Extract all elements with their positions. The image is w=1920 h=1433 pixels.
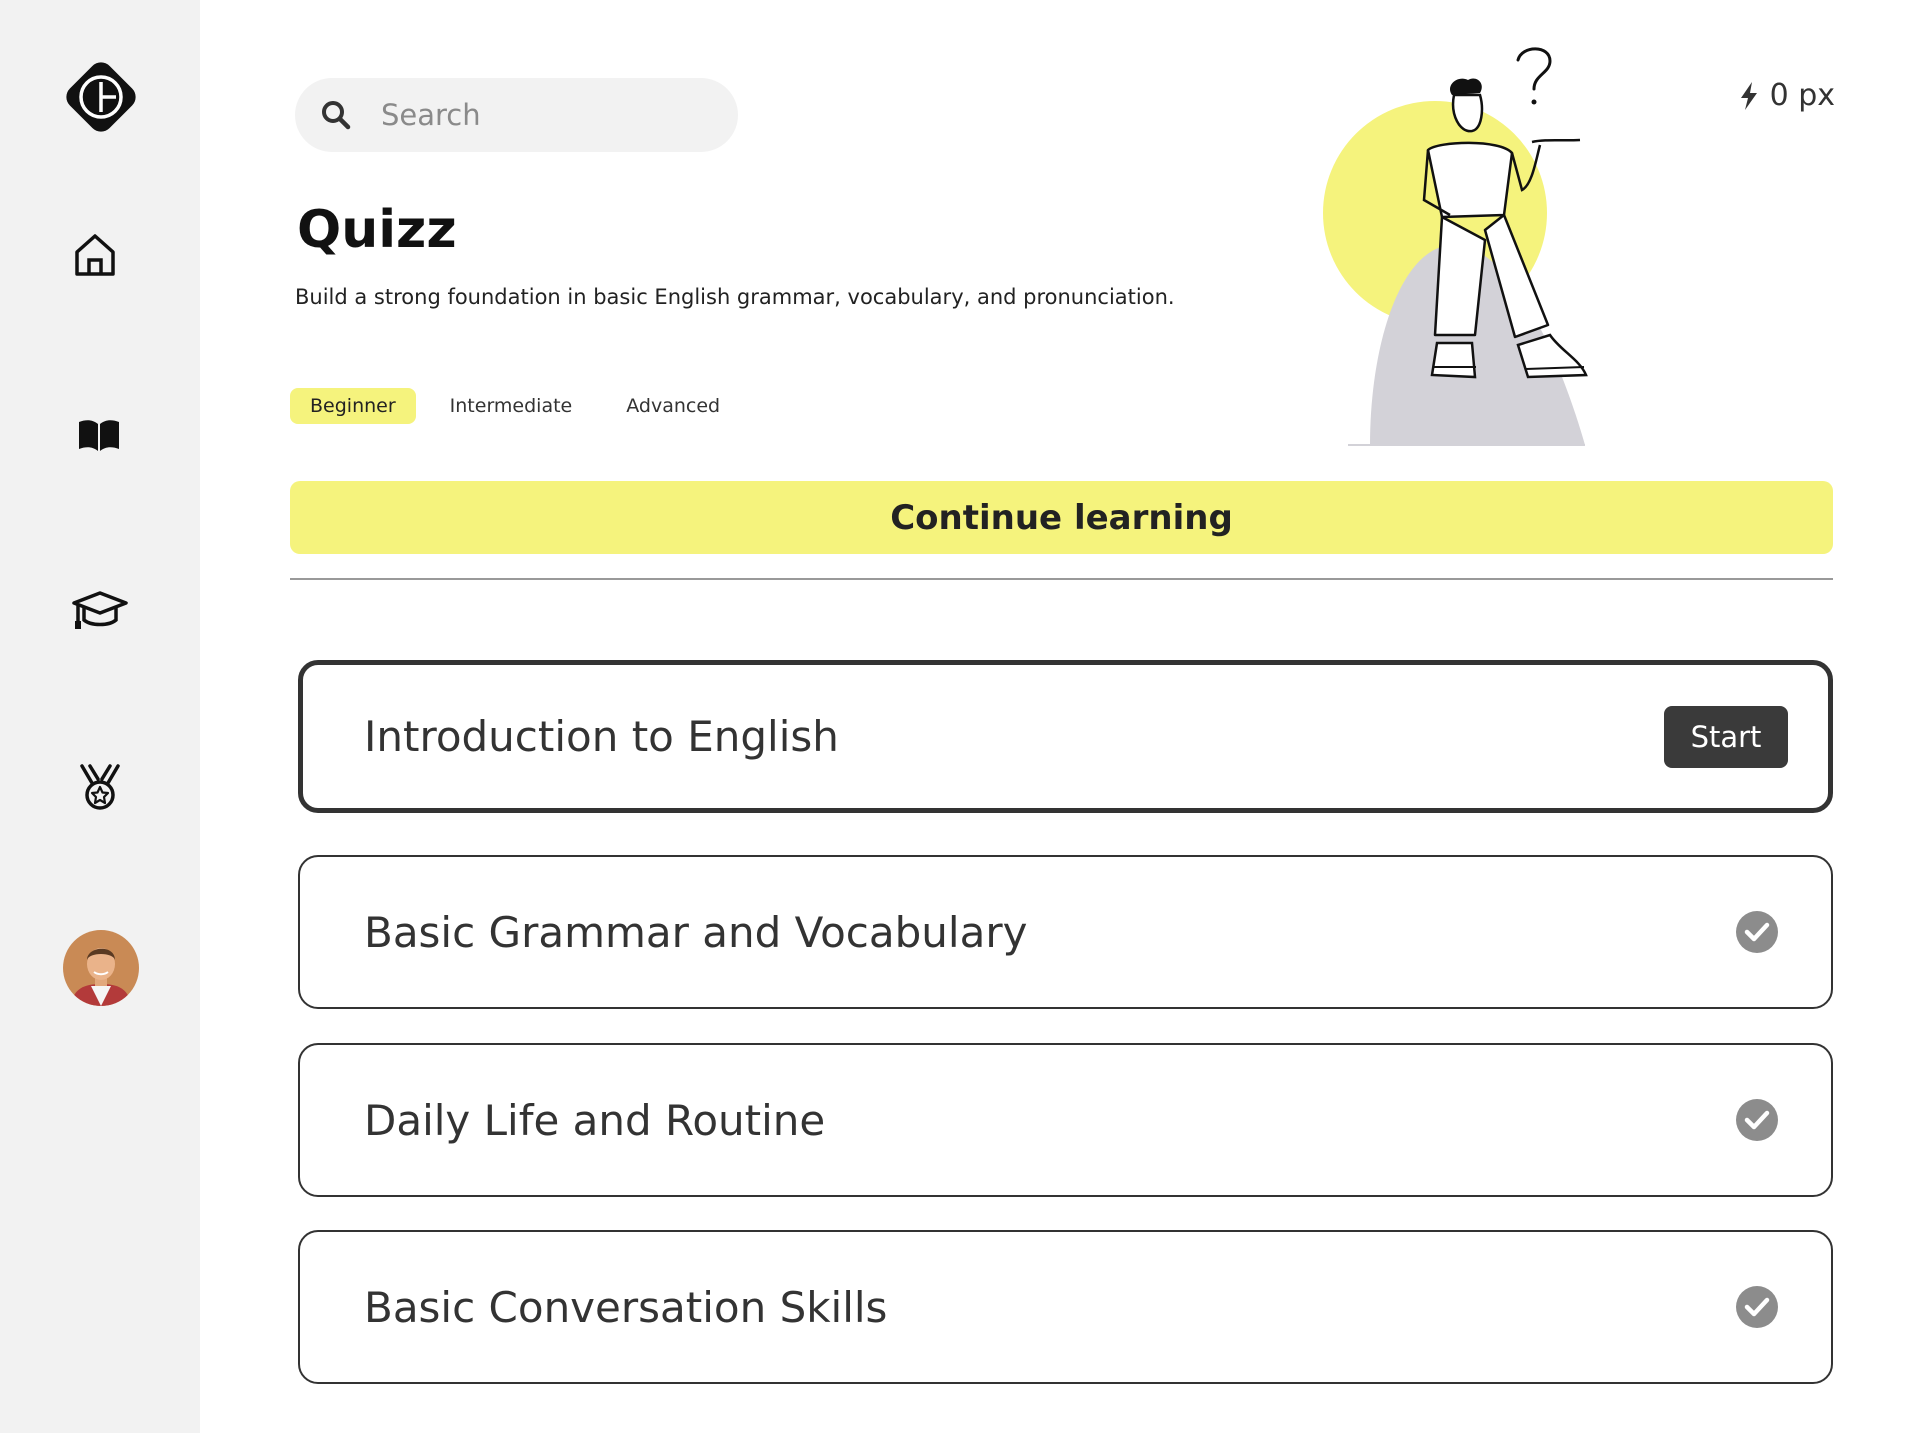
tab-advanced[interactable]: Advanced xyxy=(606,388,740,424)
lesson-title: Daily Life and Routine xyxy=(364,1095,826,1145)
start-button[interactable]: Start xyxy=(1664,705,1788,768)
sidebar xyxy=(0,0,200,1433)
level-tabs: Beginner Intermediate Advanced xyxy=(290,388,740,424)
page-subtitle: Build a strong foundation in basic Engli… xyxy=(295,285,1175,309)
lesson-card[interactable]: Daily Life and Routine xyxy=(298,1043,1833,1197)
tab-intermediate[interactable]: Intermediate xyxy=(430,388,593,424)
energy-indicator: 0 px xyxy=(1738,78,1835,113)
continue-learning-button[interactable]: Continue learning xyxy=(290,481,1833,554)
lesson-card[interactable]: Basic Conversation Skills xyxy=(298,1230,1833,1384)
check-circle-icon xyxy=(1736,1099,1778,1141)
search-bar[interactable] xyxy=(295,78,738,152)
book-icon[interactable] xyxy=(74,410,124,460)
lesson-card[interactable]: Introduction to English Start xyxy=(298,660,1833,813)
lesson-title: Basic Conversation Skills xyxy=(364,1282,888,1332)
tab-beginner[interactable]: Beginner xyxy=(290,388,416,424)
lesson-title: Introduction to English xyxy=(364,712,839,761)
graduation-cap-icon[interactable] xyxy=(70,585,130,635)
check-circle-icon xyxy=(1736,1286,1778,1328)
home-icon[interactable] xyxy=(70,230,120,280)
divider xyxy=(290,578,1833,580)
page-title: Quizz xyxy=(297,200,457,260)
avatar[interactable] xyxy=(63,930,139,1006)
check-circle-icon xyxy=(1736,911,1778,953)
logo-icon[interactable] xyxy=(60,56,142,138)
quiz-illustration xyxy=(1300,45,1630,450)
medal-icon[interactable] xyxy=(75,762,125,812)
lesson-title: Basic Grammar and Vocabulary xyxy=(364,907,1028,957)
bolt-icon xyxy=(1740,81,1757,110)
search-icon xyxy=(319,98,353,132)
search-input[interactable] xyxy=(381,98,701,132)
lesson-card[interactable]: Basic Grammar and Vocabulary xyxy=(298,855,1833,1009)
energy-value: 0 px xyxy=(1769,78,1835,113)
